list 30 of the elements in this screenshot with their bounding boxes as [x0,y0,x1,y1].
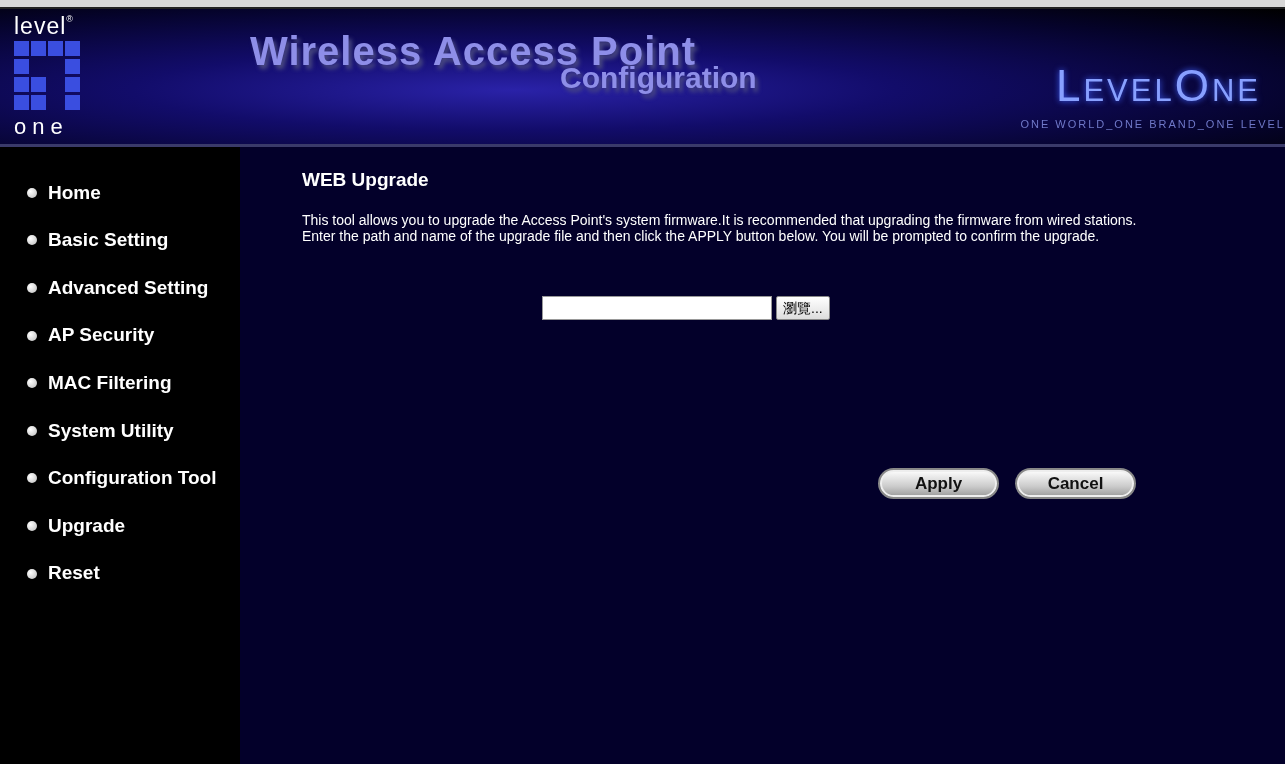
apply-button[interactable]: Apply [878,467,999,499]
bullet-icon [27,568,37,579]
sidebar-link[interactable]: Advanced Setting [0,264,240,312]
sidebar-link[interactable]: Basic Setting [0,216,240,265]
sidebar-link[interactable]: MAC Filtering [0,359,240,407]
logo-text: level® [14,15,75,38]
brand-logo-text: LevelOne [1055,64,1261,108]
sidebar-link[interactable]: Configuration Tool [0,454,240,503]
file-path-field[interactable] [542,295,772,320]
sidebar-link[interactable]: AP Security [0,311,240,360]
logo-text: one [14,116,70,138]
bullet-icon [27,520,37,531]
browse-button[interactable]: 瀏覽... [776,295,830,320]
slogan-text: ONE WORLD_ONE BRAND_ONE LEVEL [1020,117,1285,132]
bullet-icon [27,187,37,198]
page-heading: WEB Upgrade [302,169,430,192]
cancel-button[interactable]: Cancel [1015,467,1136,499]
bullet-icon [27,378,37,389]
sidebar-link[interactable]: Reset [0,549,240,598]
bullet-icon [27,283,37,293]
bullet-icon [27,425,37,436]
description-text: Enter the path and name of the upgrade file and then click the APPLY button below. You will be prompted to confirm the upgrade. [302,227,1101,244]
sidebar-link[interactable]: System Utility [0,406,240,455]
bullet-icon [27,330,37,341]
sidebar-link[interactable]: Home [0,169,240,217]
bullet-icon [27,235,37,246]
description-text: This tool allows you to upgrade the Access Point's system firmware.It is recommended that upgrading the firmware from wired stations. [302,211,1138,228]
sidebar-link[interactable]: Upgrade [0,502,240,550]
logo-squares-icon [14,41,82,113]
bullet-icon [27,473,37,484]
